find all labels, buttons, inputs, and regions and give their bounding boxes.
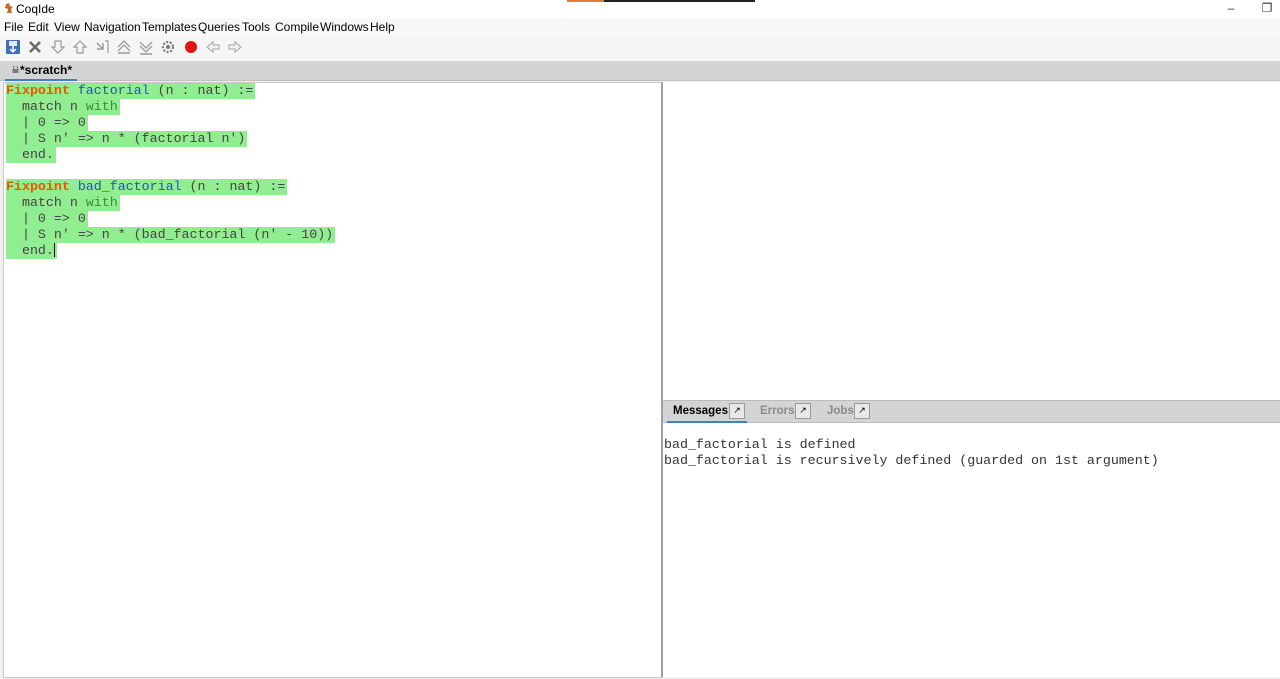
tab-messages[interactable]: Messages ↗ bbox=[667, 401, 747, 423]
message-line: bad_factorial is defined bbox=[664, 437, 856, 452]
window-title: CoqIde bbox=[16, 2, 55, 16]
forward-one-icon[interactable] bbox=[49, 38, 67, 56]
tab-scratch[interactable]: *scratch* bbox=[5, 61, 77, 81]
go-to-end-icon[interactable] bbox=[137, 38, 155, 56]
title-progress-strip bbox=[567, 0, 755, 2]
minimize-button[interactable]: – bbox=[1219, 0, 1243, 18]
modified-lock-icon bbox=[12, 66, 19, 73]
code-line: | S n' => n * (bad_factorial (n' - 10)) bbox=[6, 227, 336, 243]
tab-jobs[interactable]: Jobs ↗ bbox=[823, 401, 873, 421]
menu-edit[interactable]: Edit bbox=[28, 20, 49, 34]
next-occurrence-icon[interactable] bbox=[226, 38, 244, 56]
code-line: | 0 => 0 bbox=[6, 211, 88, 227]
detach-errors-icon[interactable]: ↗ bbox=[795, 403, 811, 419]
menu-navigation[interactable]: Navigation bbox=[84, 20, 141, 34]
script-editor[interactable]: Fixpoint factorial (n : nat) := match n … bbox=[3, 82, 663, 678]
interrupt-icon[interactable] bbox=[182, 38, 200, 56]
code-line: Fixpoint bad_factorial (n : nat) := bbox=[6, 179, 288, 195]
previous-occurrence-icon[interactable] bbox=[204, 38, 222, 56]
compile-icon[interactable] bbox=[159, 38, 177, 56]
menu-bar: File Edit View Navigation Templates Quer… bbox=[0, 18, 1280, 35]
save-icon[interactable] bbox=[4, 38, 22, 56]
code-line: Fixpoint factorial (n : nat) := bbox=[6, 83, 256, 99]
restart-icon[interactable] bbox=[115, 38, 133, 56]
menu-view[interactable]: View bbox=[54, 20, 80, 34]
menu-file[interactable]: File bbox=[4, 20, 23, 34]
menu-help[interactable]: Help bbox=[370, 20, 395, 34]
document-tab-strip: *scratch* bbox=[0, 61, 1280, 81]
close-icon[interactable] bbox=[26, 38, 44, 56]
message-tab-strip: Messages ↗ Errors ↗ Jobs ↗ bbox=[663, 400, 1280, 423]
code-line: | 0 => 0 bbox=[6, 115, 88, 131]
coq-rooster-icon bbox=[5, 3, 13, 13]
tab-label: *scratch* bbox=[20, 63, 73, 77]
messages-pane: bad_factorial is defined bad_factorial i… bbox=[663, 423, 1280, 677]
code-line: end. bbox=[6, 243, 57, 259]
backward-one-icon[interactable] bbox=[71, 38, 89, 56]
code-line: match n with bbox=[6, 99, 120, 115]
code-line: end. bbox=[6, 147, 56, 163]
title-bar: CoqIde – ❐ bbox=[0, 0, 1280, 18]
menu-tools[interactable]: Tools bbox=[242, 20, 270, 34]
menu-templates[interactable]: Templates bbox=[142, 20, 197, 34]
go-to-cursor-icon[interactable] bbox=[93, 38, 111, 56]
toolbar bbox=[0, 35, 1280, 61]
code-line: | S n' => n * (factorial n') bbox=[6, 131, 248, 147]
goals-pane bbox=[663, 82, 1280, 400]
detach-messages-icon[interactable]: ↗ bbox=[729, 403, 745, 419]
text-cursor bbox=[53, 243, 55, 258]
tab-errors[interactable]: Errors ↗ bbox=[755, 401, 815, 421]
menu-queries[interactable]: Queries bbox=[198, 20, 240, 34]
menu-compile[interactable]: Compile bbox=[275, 20, 319, 34]
message-line: bad_factorial is recursively defined (gu… bbox=[664, 453, 1159, 468]
menu-windows[interactable]: Windows bbox=[320, 20, 369, 34]
restore-button[interactable]: ❐ bbox=[1255, 0, 1279, 18]
detach-jobs-icon[interactable]: ↗ bbox=[854, 403, 870, 419]
code-line: match n with bbox=[6, 195, 120, 211]
